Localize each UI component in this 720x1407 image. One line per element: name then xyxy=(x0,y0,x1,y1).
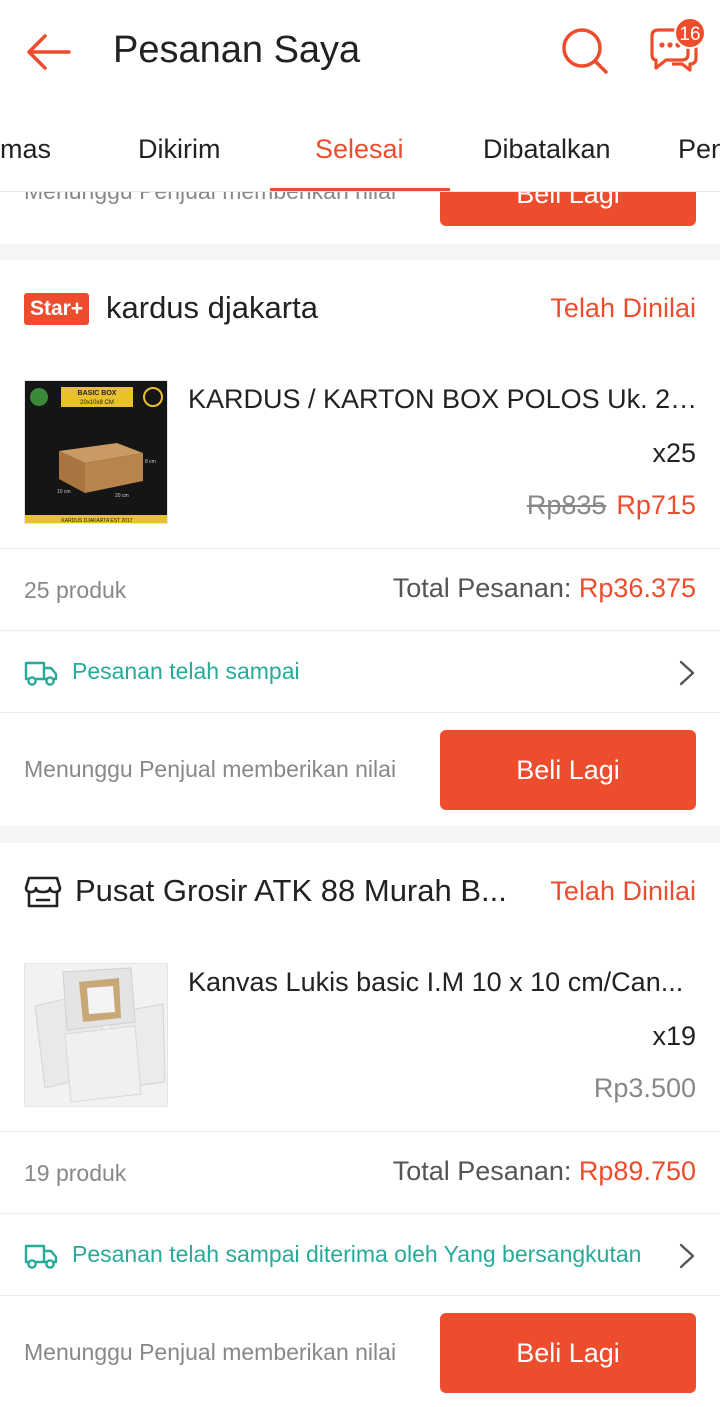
chevron-right-icon xyxy=(679,660,695,686)
rating-hint: Menunggu Penjual memberikan nilai xyxy=(24,756,397,782)
buy-again-button[interactable]: Beli Lagi xyxy=(440,192,696,226)
product-price: Rp835 Rp715 xyxy=(527,490,696,521)
order-status-tabs: mas Dikirim Selesai Dibatalkan Pen xyxy=(0,104,720,192)
product-name: KARDUS / KARTON BOX POLOS Uk. 20... xyxy=(188,384,698,414)
order-action-row: Menunggu Penjual memberikan nilai Beli L… xyxy=(0,713,720,827)
order-total: Total Pesanan: Rp89.750 xyxy=(393,1156,696,1187)
shipping-status-text: Pesanan telah sampai diterima oleh Yang … xyxy=(72,1241,642,1267)
original-price: Rp835 xyxy=(526,490,607,520)
rating-hint: Menunggu Penjual memberikan nilai xyxy=(24,1339,397,1365)
rating-hint: Menunggu Penjual memberikan nilai xyxy=(24,192,396,205)
tab-dikirim[interactable]: Dikirim xyxy=(138,134,220,165)
order-card: Pusat Grosir ATK 88 Murah B... Telah Din… xyxy=(0,843,720,1407)
tab-dikemas[interactable]: mas xyxy=(0,134,51,165)
tab-dibatalkan[interactable]: Dibatalkan xyxy=(483,134,611,165)
product-item[interactable]: BASIC BOX 20x10x8 CM 10 cm 20 cm 8 cm KA… xyxy=(0,360,720,550)
search-icon xyxy=(562,28,608,74)
discounted-price: Rp715 xyxy=(616,490,696,520)
product-count: 19 produk xyxy=(24,1160,127,1186)
buy-again-button[interactable]: Beli Lagi xyxy=(440,730,696,810)
buy-again-button[interactable]: Beli Lagi xyxy=(440,1313,696,1393)
shop-header[interactable]: Pusat Grosir ATK 88 Murah B... Telah Din… xyxy=(0,843,720,943)
order-total-row: 25 produk Total Pesanan: Rp36.375 xyxy=(0,549,720,631)
product-thumbnail xyxy=(24,963,168,1107)
price: Rp3.500 xyxy=(593,1073,696,1103)
delivery-truck-icon xyxy=(24,1244,58,1269)
shop-header[interactable]: Star+ kardus djakarta Telah Dinilai xyxy=(0,260,720,360)
tab-selesai[interactable]: Selesai xyxy=(315,134,404,165)
thumb-dim-height: 8 cm xyxy=(145,459,156,465)
product-thumbnail: BASIC BOX 20x10x8 CM 10 cm 20 cm 8 cm KA… xyxy=(24,380,168,524)
product-item[interactable]: Kanvas Lukis basic I.M 10 x 10 cm/Can...… xyxy=(0,943,720,1133)
shipping-status-text: Pesanan telah sampai xyxy=(72,658,300,684)
order-status: Telah Dinilai xyxy=(550,876,696,906)
product-name: Kanvas Lukis basic I.M 10 x 10 cm/Can... xyxy=(188,967,684,997)
order-total: Total Pesanan: Rp36.375 xyxy=(393,573,696,604)
thumb-footer: KARDUS DJAKARTA EST 2017 xyxy=(61,518,132,524)
order-list[interactable]: Menunggu Penjual memberikan nilai Beli L… xyxy=(0,192,720,1407)
star-plus-badge: Star+ xyxy=(24,293,90,325)
thumb-dim-width: 10 cm xyxy=(57,489,71,495)
total-label: Total Pesanan: xyxy=(392,573,572,603)
thumb-title: BASIC BOX xyxy=(78,390,117,397)
thumb-dim-length: 20 cm xyxy=(115,493,129,499)
back-button[interactable] xyxy=(22,26,74,78)
shipping-status-row[interactable]: Pesanan telah sampai diterima oleh Yang … xyxy=(0,1214,720,1296)
total-amount: Rp36.375 xyxy=(578,573,696,603)
shop-name: kardus djakarta xyxy=(106,290,318,325)
chevron-right-icon xyxy=(679,1243,695,1269)
page-title: Pesanan Saya xyxy=(113,29,361,71)
total-amount: Rp89.750 xyxy=(578,1156,696,1186)
search-button[interactable] xyxy=(558,24,612,78)
arrow-left-icon xyxy=(27,34,71,70)
app-header: Pesanan Saya 16 xyxy=(0,0,720,104)
previous-order-card: Menunggu Penjual memberikan nilai Beli L… xyxy=(0,192,720,244)
thumb-subtitle: 20x10x8 CM xyxy=(80,400,114,406)
product-quantity: x19 xyxy=(652,1021,696,1051)
delivery-truck-icon xyxy=(24,661,58,686)
total-label: Total Pesanan: xyxy=(392,1156,572,1186)
shop-icon xyxy=(24,876,62,908)
product-count: 25 produk xyxy=(24,577,127,603)
chat-unread-badge: 16 xyxy=(674,17,706,49)
order-action-row: Menunggu Penjual memberikan nilai Beli L… xyxy=(0,1296,720,1407)
tab-pengembalian[interactable]: Pen xyxy=(678,134,720,165)
shipping-status-row[interactable]: Pesanan telah sampai xyxy=(0,631,720,713)
product-price: Rp3.500 xyxy=(594,1073,696,1104)
product-quantity: x25 xyxy=(652,438,696,468)
order-status: Telah Dinilai xyxy=(550,293,696,323)
order-card: Star+ kardus djakarta Telah Dinilai BASI… xyxy=(0,260,720,826)
order-total-row: 19 produk Total Pesanan: Rp89.750 xyxy=(0,1132,720,1214)
shop-name: Pusat Grosir ATK 88 Murah B... xyxy=(75,873,507,908)
